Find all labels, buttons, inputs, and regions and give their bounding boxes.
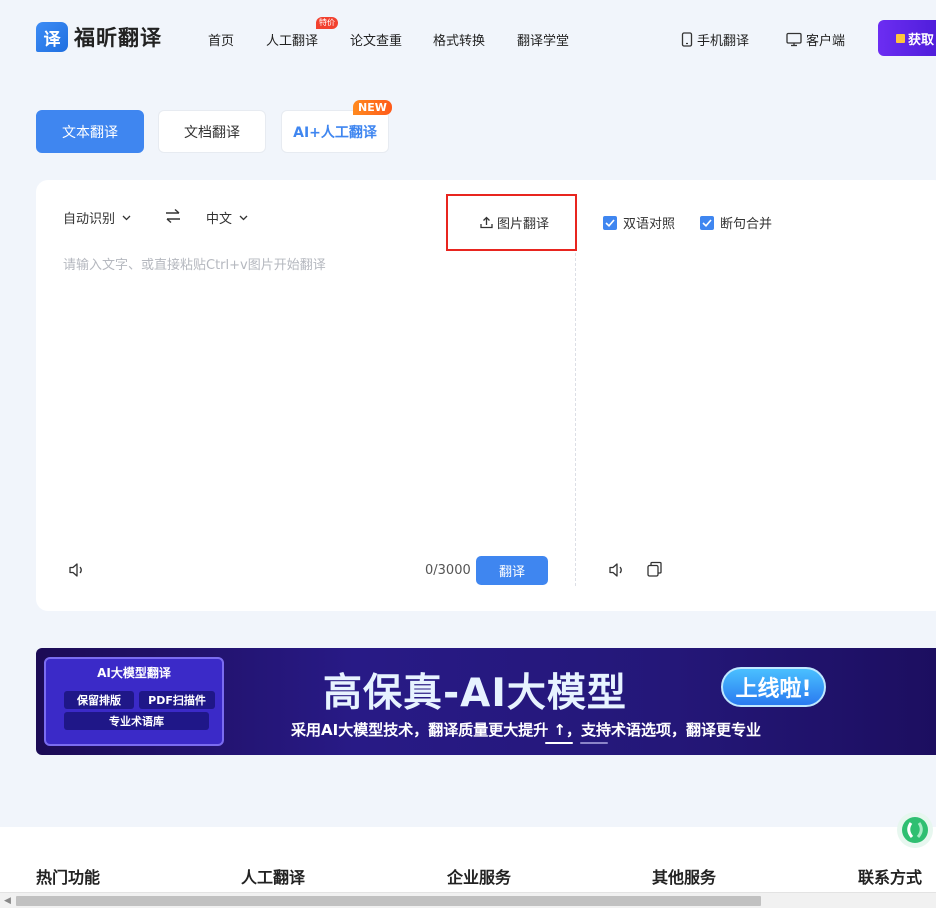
target-language-select[interactable]: 中文 xyxy=(206,208,248,227)
source-language-label: 自动识别 xyxy=(63,212,116,227)
banner-online-pill: 上线啦! xyxy=(721,667,826,707)
nav-format-convert[interactable]: 格式转换 xyxy=(433,30,485,49)
copy-icon[interactable] xyxy=(646,561,663,578)
footer-col-other-services: 其他服务 xyxy=(652,868,717,887)
merge-sentences-label: 断句合并 xyxy=(720,217,773,232)
footer-col-contact: 联系方式 xyxy=(858,868,923,887)
tab-ai-label: AI+人工翻译 xyxy=(293,124,377,141)
highlight-box xyxy=(446,194,577,251)
mobile-translate-label: 手机翻译 xyxy=(697,34,750,49)
source-language-select[interactable]: 自动识别 xyxy=(63,208,131,227)
chip-item: 保留排版 xyxy=(64,691,134,709)
promo-banner[interactable]: AI大模型翻译 保留排版 PDF扫描件 专业术语库 高保真-AI大模型 上线啦!… xyxy=(36,648,936,755)
header: 译 福昕翻译 首页 人工翻译 特价 论文查重 格式转换 翻译学堂 手机翻译 客户… xyxy=(0,0,936,78)
scrollbar-thumb[interactable] xyxy=(16,896,761,906)
chevron-down-icon xyxy=(239,215,248,220)
get-button[interactable]: 获取 xyxy=(878,20,936,56)
speaker-icon[interactable] xyxy=(608,562,626,578)
footer-col-hot-features: 热门功能 xyxy=(36,868,101,887)
gift-icon xyxy=(896,33,905,43)
nav-translation-school[interactable]: 翻译学堂 xyxy=(517,30,569,49)
merge-sentences-checkbox[interactable]: 断句合并 xyxy=(700,213,772,232)
client-label: 客户端 xyxy=(806,34,846,49)
nav-home[interactable]: 首页 xyxy=(208,30,234,49)
checkbox-checked-icon xyxy=(700,215,714,230)
footer-col-enterprise: 企业服务 xyxy=(447,868,512,887)
chevron-down-icon xyxy=(122,215,131,220)
banner-chip: AI大模型翻译 保留排版 PDF扫描件 专业术语库 xyxy=(44,657,224,746)
nav-plagiarism-check[interactable]: 论文查重 xyxy=(350,30,402,49)
floating-assistant-button[interactable] xyxy=(897,812,933,848)
character-counter: 0/3000 xyxy=(425,563,471,578)
logo-text: 福昕翻译 xyxy=(74,26,162,50)
translate-button[interactable]: 翻译 xyxy=(476,556,548,585)
horizontal-scrollbar[interactable]: ◀ xyxy=(0,892,936,908)
monitor-icon xyxy=(786,32,802,47)
assistant-icon xyxy=(902,817,928,843)
scroll-left-icon[interactable]: ◀ xyxy=(4,896,11,906)
speaker-icon[interactable] xyxy=(68,562,86,578)
tab-text-translation[interactable]: 文本翻译 xyxy=(36,110,144,153)
tab-document-translation[interactable]: 文档翻译 xyxy=(158,110,266,153)
chip-item: PDF扫描件 xyxy=(139,691,215,709)
bilingual-checkbox[interactable]: 双语对照 xyxy=(603,213,675,232)
carousel-dot[interactable] xyxy=(580,742,608,744)
logo[interactable]: 译 福昕翻译 xyxy=(36,22,162,52)
footer-col-human-translation: 人工翻译 xyxy=(241,868,306,887)
hot-badge: 特价 xyxy=(316,17,338,29)
chip-title: AI大模型翻译 xyxy=(97,666,171,680)
client-link[interactable]: 客户端 xyxy=(786,30,845,49)
get-button-label: 获取 xyxy=(908,32,935,48)
banner-title: 高保真-AI大模型 xyxy=(323,671,627,716)
bilingual-label: 双语对照 xyxy=(623,217,676,232)
chip-item: 专业术语库 xyxy=(64,712,209,730)
panel-divider xyxy=(575,198,576,586)
target-language-label: 中文 xyxy=(206,212,233,227)
nav-human-translation[interactable]: 人工翻译 xyxy=(266,30,318,49)
banner-subtitle: 采用AI大模型技术，翻译质量更大提升 ↑，支持术语选项，翻译更专业 xyxy=(291,721,761,739)
new-badge: NEW xyxy=(353,100,392,115)
carousel-dot-active[interactable] xyxy=(545,742,573,744)
mobile-translate-link[interactable]: 手机翻译 xyxy=(681,30,749,49)
tab-ai-human-translation[interactable]: AI+人工翻译 xyxy=(281,110,389,153)
source-text-input[interactable]: 请输入文字、或直接粘贴Ctrl+v图片开始翻译 xyxy=(63,254,326,273)
logo-icon: 译 xyxy=(36,22,68,52)
phone-icon xyxy=(681,32,693,47)
swap-languages-icon[interactable] xyxy=(164,208,182,224)
checkbox-checked-icon xyxy=(603,215,617,230)
